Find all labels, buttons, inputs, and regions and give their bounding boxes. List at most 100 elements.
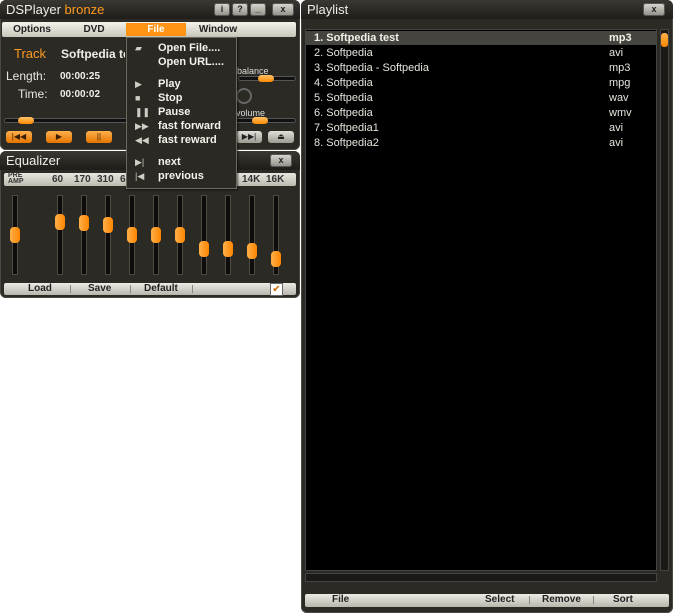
previous-track-button[interactable]: |◀◀ — [6, 131, 32, 143]
seek-knob[interactable] — [18, 117, 34, 124]
next-track-button[interactable]: ▶▶| — [236, 131, 262, 143]
time-label: Time: — [18, 87, 48, 101]
eq-band-slider[interactable] — [223, 195, 233, 275]
playlist-list[interactable]: 1. Softpedia test mp3 2. Softpedia avi 3. So… — [305, 29, 657, 571]
eq-slider-knob[interactable] — [103, 217, 113, 233]
eq-band-slider[interactable] — [151, 195, 161, 275]
help-button[interactable]: ? — [232, 3, 248, 16]
eq-band-slider[interactable] — [127, 195, 137, 275]
eq-slider-knob[interactable] — [223, 241, 233, 257]
playlist-item[interactable]: 8. Softpedia2 avi — [305, 136, 657, 150]
track-value: Softpedia test — [61, 47, 125, 61]
file-menu-dropdown: ▰ Open File.... Open URL.... ▶ Play ■ St… — [126, 37, 237, 189]
playlist-item-name: 8. Softpedia2 — [314, 137, 379, 149]
playlist-item-type: avi — [609, 47, 624, 59]
balance-slider[interactable] — [238, 75, 296, 82]
info-button[interactable]: i — [214, 3, 230, 16]
playlist-item-type: mp3 — [609, 62, 631, 74]
menu-item-next[interactable]: ▶| next — [127, 156, 236, 170]
time-value: 00:00:02 — [60, 89, 101, 100]
eq-default-button[interactable]: Default — [144, 283, 178, 295]
eq-band-slider[interactable] — [175, 195, 185, 275]
menu-item-previous[interactable]: |◀ previous — [127, 170, 236, 184]
eq-band-slider[interactable] — [199, 195, 209, 275]
eq-slider-knob[interactable] — [175, 227, 185, 243]
menu-item-stop[interactable]: ■ Stop — [127, 92, 236, 106]
menu-bar: Options DVD File Window — [2, 22, 296, 37]
playlist-item-type: avi — [609, 137, 624, 149]
eq-slider-knob[interactable] — [10, 227, 20, 243]
equalizer-footer: Load Save Default ✔ — [4, 283, 296, 296]
repeat-icon[interactable] — [236, 88, 252, 104]
eq-enable-checkbox[interactable]: ✔ — [270, 283, 283, 296]
separator — [593, 596, 594, 604]
eq-band-slider[interactable] — [55, 195, 65, 275]
playlist-item[interactable]: 2. Softpedia avi — [305, 46, 657, 60]
menu-item-open-url[interactable]: Open URL.... — [127, 56, 236, 70]
next-icon: ▶| — [135, 157, 145, 167]
playlist-item-name: 1. Softpedia test — [314, 32, 399, 44]
menu-item-play[interactable]: ▶ Play — [127, 78, 236, 92]
eq-slider-knob[interactable] — [127, 227, 137, 243]
eq-band-slider[interactable] — [247, 195, 257, 275]
close-button[interactable]: x — [272, 3, 294, 16]
playlist-footer: File Select Remove Sort — [305, 594, 669, 607]
playlist-select-button[interactable]: Select — [485, 594, 514, 606]
eq-slider-knob[interactable] — [271, 251, 281, 267]
menu-item-open-file[interactable]: ▰ Open File.... — [127, 42, 236, 56]
play-button[interactable]: ▶ — [46, 131, 72, 143]
playlist-item[interactable]: 6. Softpedia wmv — [305, 106, 657, 120]
playlist-remove-button[interactable]: Remove — [542, 594, 581, 606]
menu-item-fast-forward[interactable]: ▶▶ fast forward — [127, 120, 236, 134]
playlist-horizontal-scrollbar[interactable] — [305, 573, 657, 582]
menu-file[interactable]: File — [126, 23, 186, 36]
playlist-item-type: wmv — [609, 107, 632, 119]
playlist-item-name: 5. Softpedia — [314, 92, 373, 104]
volume-knob[interactable] — [252, 117, 268, 124]
playlist-item-type: wav — [609, 92, 629, 104]
eject-button[interactable]: ⏏ — [268, 131, 294, 143]
eq-slider-knob[interactable] — [55, 214, 65, 230]
playlist-item[interactable]: 4. Softpedia mpg — [305, 76, 657, 90]
length-value: 00:00:25 — [60, 71, 101, 82]
stop-icon: ■ — [135, 93, 141, 103]
playlist-file-button[interactable]: File — [332, 594, 349, 606]
eq-band-slider[interactable] — [103, 195, 113, 275]
minimize-button[interactable]: _ — [250, 3, 266, 16]
menu-item-fast-rewind[interactable]: ◀◀ fast reward — [127, 134, 236, 148]
eq-slider-knob[interactable] — [247, 243, 257, 259]
eq-save-button[interactable]: Save — [88, 283, 111, 295]
separator — [70, 285, 71, 293]
playlist-item[interactable]: 5. Softpedia wav — [305, 91, 657, 105]
pause-button[interactable]: || — [86, 131, 112, 143]
playlist-sort-button[interactable]: Sort — [613, 594, 633, 606]
menu-options[interactable]: Options — [2, 23, 62, 36]
playlist-item[interactable]: 3. Softpedia - Softpedia mp3 — [305, 61, 657, 75]
preamp-slider[interactable] — [10, 195, 20, 275]
player-titlebar[interactable]: DSPlayer bronze i ? _ x — [0, 0, 300, 19]
playlist-item[interactable]: 1. Softpedia test mp3 — [305, 31, 657, 45]
playlist-item-name: 3. Softpedia - Softpedia — [314, 62, 429, 74]
equalizer-close-button[interactable]: x — [270, 154, 292, 167]
separator — [130, 285, 131, 293]
menu-window[interactable]: Window — [188, 23, 248, 36]
band-310: 310 — [97, 174, 114, 185]
playlist-item[interactable]: 7. Softpedia1 avi — [305, 121, 657, 135]
menu-item-pause[interactable]: ❚❚ Pause — [127, 106, 236, 120]
app-edition: bronze — [64, 2, 105, 17]
amp-label: AMP — [8, 178, 24, 185]
eq-band-slider[interactable] — [79, 195, 89, 275]
playlist-titlebar[interactable]: Playlist x — [301, 0, 673, 19]
player-title: DSPlayer bronze — [6, 2, 104, 17]
playlist-close-button[interactable]: x — [643, 3, 665, 16]
eq-band-slider[interactable] — [271, 195, 281, 275]
eq-slider-knob[interactable] — [151, 227, 161, 243]
scroll-thumb[interactable] — [661, 33, 668, 47]
eq-load-button[interactable]: Load — [28, 283, 52, 295]
band-14k: 14K — [242, 174, 261, 185]
balance-knob[interactable] — [258, 75, 274, 82]
eq-slider-knob[interactable] — [199, 241, 209, 257]
menu-dvd[interactable]: DVD — [64, 23, 124, 36]
eq-slider-knob[interactable] — [79, 215, 89, 231]
playlist-vertical-scrollbar[interactable] — [660, 29, 669, 571]
